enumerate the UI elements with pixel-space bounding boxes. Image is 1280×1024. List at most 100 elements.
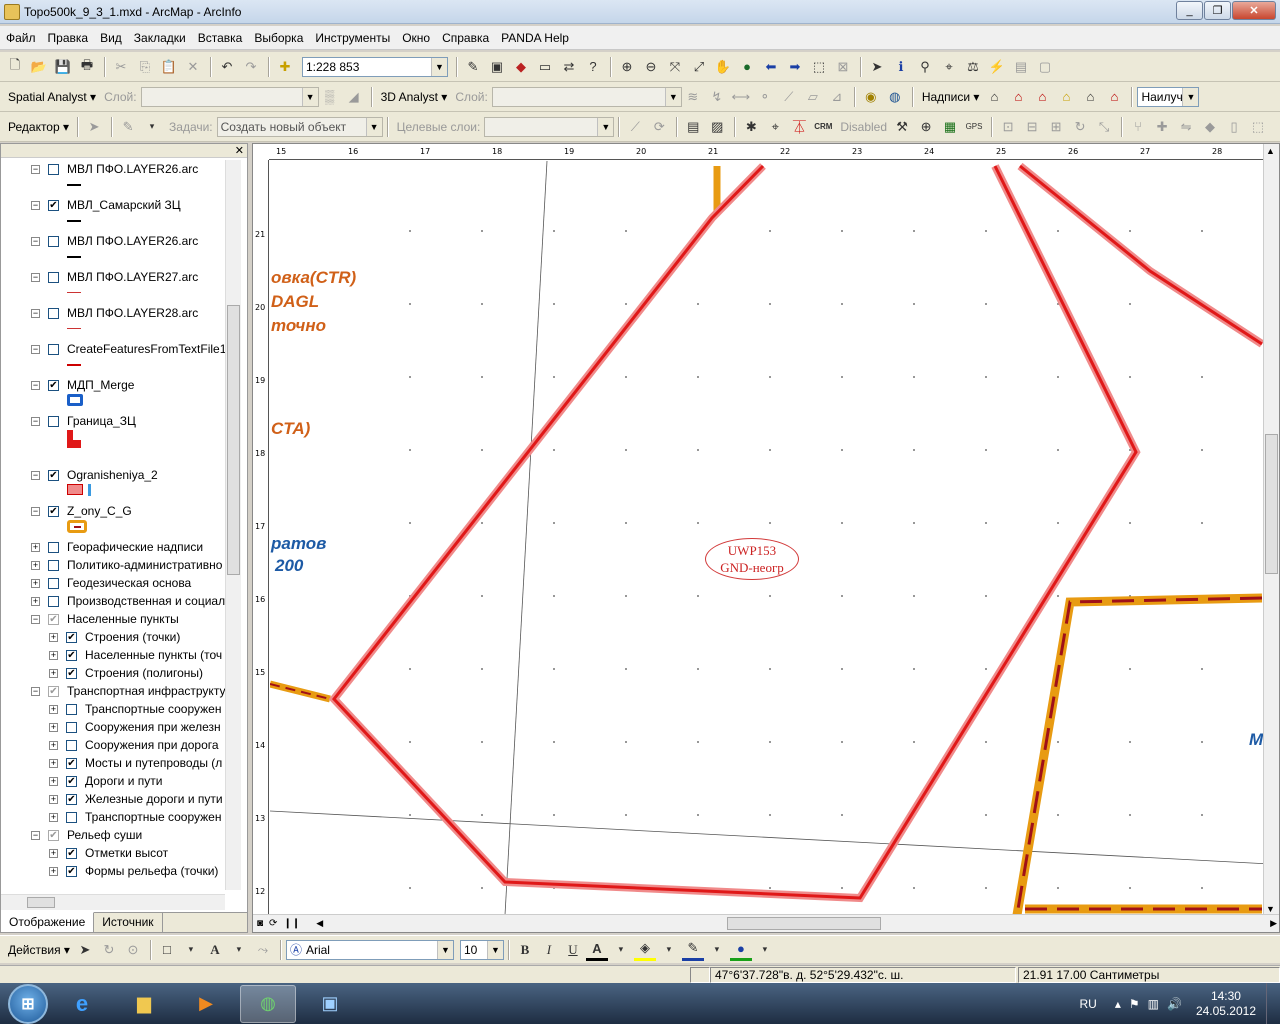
- expand-icon[interactable]: +: [49, 776, 58, 786]
- layer-visibility-checkbox[interactable]: ✔: [66, 865, 77, 877]
- layer-label[interactable]: Населенные пункты (точ: [85, 648, 222, 662]
- delete-icon[interactable]: ✕: [182, 56, 204, 78]
- layer-row[interactable]: + Сооружения при дорога: [49, 736, 225, 754]
- internet-explorer-icon[interactable]: e: [54, 985, 110, 1023]
- layer-row[interactable]: + Сооружения при железн: [49, 718, 225, 736]
- menu-view[interactable]: Вид: [94, 31, 128, 45]
- layer-visibility-checkbox[interactable]: ✔: [48, 613, 59, 625]
- layer-visibility-checkbox[interactable]: [48, 541, 59, 553]
- forward-arrow-icon[interactable]: ➡: [784, 56, 806, 78]
- tool-e-icon[interactable]: ⤡: [1093, 116, 1115, 138]
- best-quality-combo[interactable]: Наилуч ▼: [1137, 86, 1200, 107]
- font-color-dropdown-icon[interactable]: ▾: [610, 939, 632, 961]
- expand-icon[interactable]: +: [49, 722, 58, 732]
- sketch-dropdown-icon[interactable]: ▾: [141, 116, 163, 138]
- map-canvas[interactable]: [270, 161, 1280, 915]
- menu-window[interactable]: Окно: [396, 31, 436, 45]
- view-unplaced-labels-icon[interactable]: ⌂: [1103, 86, 1125, 108]
- editor-toolbar-icon[interactable]: ✎: [462, 56, 484, 78]
- layer-label[interactable]: Производственная и социал: [67, 594, 225, 608]
- layer-row[interactable]: + ✔ Отметки высот: [49, 844, 225, 862]
- collapse-icon[interactable]: −: [31, 272, 40, 282]
- layer-row[interactable]: + ✔ Населенные пункты (точ: [49, 646, 225, 664]
- scroll-right-icon[interactable]: ▶: [1270, 918, 1277, 929]
- layer-label[interactable]: МВЛ_Самарский ЗЦ: [67, 198, 181, 212]
- layer-visibility-checkbox[interactable]: ✔: [66, 757, 77, 769]
- expand-icon[interactable]: +: [49, 668, 58, 678]
- layer-label[interactable]: МВЛ ПФО.LAYER28.arc: [67, 306, 198, 320]
- cut-icon[interactable]: ✂: [110, 56, 132, 78]
- layer-row[interactable]: − CreateFeaturesFromTextFile1: [31, 340, 225, 358]
- zoom-out-icon[interactable]: ⊖: [640, 56, 662, 78]
- cogo-icon[interactable]: ⏄: [788, 116, 810, 138]
- expand-icon[interactable]: +: [31, 560, 40, 570]
- layer-visibility-checkbox[interactable]: [66, 703, 77, 715]
- tool-k-icon[interactable]: ⬚: [1247, 116, 1269, 138]
- profile-graph-icon[interactable]: ⊿: [826, 86, 848, 108]
- layer-label[interactable]: Населенные пункты: [67, 612, 179, 626]
- expand-icon[interactable]: +: [49, 650, 58, 660]
- menu-file[interactable]: Файл: [0, 31, 42, 45]
- crosshair-icon[interactable]: ⊕: [915, 116, 937, 138]
- show-hidden-icons-icon[interactable]: ▴: [1115, 997, 1121, 1011]
- show-desktop-button[interactable]: [1266, 983, 1280, 1024]
- layer-label[interactable]: Граница_ЗЦ: [67, 414, 136, 428]
- menu-panda-help[interactable]: PANDA Help: [495, 31, 575, 45]
- text-dropdown-icon[interactable]: ▾: [228, 939, 250, 961]
- close-icon[interactable]: ✕: [235, 144, 244, 157]
- tool-a-icon[interactable]: ⊡: [997, 116, 1019, 138]
- interpolate-point-icon[interactable]: ⚬: [754, 86, 776, 108]
- font-size-combo[interactable]: 10 ▼: [459, 939, 504, 960]
- layer-label[interactable]: Транспортные сооружен: [85, 702, 221, 716]
- measure-icon[interactable]: ⚖: [962, 56, 984, 78]
- arcscene-icon[interactable]: ◉: [860, 86, 882, 108]
- attributes-icon[interactable]: ▤: [682, 116, 704, 138]
- tool-g-icon[interactable]: ✚: [1151, 116, 1173, 138]
- contour-3d-icon[interactable]: ≋: [682, 86, 704, 108]
- redo-icon[interactable]: ↷: [240, 56, 262, 78]
- layer-row[interactable]: − Граница_ЗЦ: [31, 412, 225, 430]
- layer-label[interactable]: Сооружения при дорога: [85, 738, 219, 752]
- layer-visibility-checkbox[interactable]: ✔: [66, 775, 77, 787]
- collapse-icon[interactable]: −: [31, 344, 40, 354]
- arcglobe-icon[interactable]: ◍: [884, 86, 906, 108]
- layer-row[interactable]: + Геодезическая основа: [31, 574, 225, 592]
- target-layers-combo[interactable]: ▼: [484, 116, 615, 137]
- editor-menu[interactable]: Редактор ▾: [4, 120, 73, 134]
- marker-color-icon[interactable]: ●: [729, 939, 752, 961]
- time-slider-icon[interactable]: ▢: [1034, 56, 1056, 78]
- expand-icon[interactable]: +: [49, 812, 58, 822]
- layer-visibility-checkbox[interactable]: [48, 307, 59, 319]
- model-builder-icon[interactable]: ⇄: [558, 56, 580, 78]
- layer-visibility-checkbox[interactable]: ✔: [66, 793, 77, 805]
- collapse-icon[interactable]: −: [31, 470, 40, 480]
- toc-horizontal-scrollbar[interactable]: [1, 894, 225, 910]
- layer-visibility-checkbox[interactable]: ✔: [48, 379, 59, 391]
- menu-edit[interactable]: Правка: [42, 31, 95, 45]
- layer-label[interactable]: МВЛ ПФО.LAYER27.arc: [67, 270, 198, 284]
- layer-label[interactable]: МДП_Merge: [67, 378, 134, 392]
- topology-icon[interactable]: ⌖: [764, 116, 786, 138]
- map-grid-icon[interactable]: ▦: [939, 116, 961, 138]
- media-player-icon[interactable]: ▶: [178, 985, 234, 1023]
- tool-b-icon[interactable]: ⊟: [1021, 116, 1043, 138]
- layer-visibility-checkbox[interactable]: [48, 559, 59, 571]
- copy-icon[interactable]: ⎘: [134, 56, 156, 78]
- layer-row[interactable]: − ✔ Населенные пункты: [31, 610, 225, 628]
- add-data-icon[interactable]: ✚: [274, 56, 296, 78]
- layer-label[interactable]: Политико-административно: [67, 558, 222, 572]
- pause-labeling-icon[interactable]: ⌂: [1079, 86, 1101, 108]
- fixed-zoom-out-icon[interactable]: ⤢: [688, 56, 710, 78]
- open-folder-icon[interactable]: 📂: [28, 56, 50, 78]
- layer-visibility-checkbox[interactable]: ✔: [48, 505, 59, 517]
- identify-icon[interactable]: ℹ: [890, 56, 912, 78]
- scale-combo[interactable]: 1:228 853 ▼: [302, 56, 448, 77]
- interpolate-polygon-icon[interactable]: ▱: [802, 86, 824, 108]
- marker-color-dropdown-icon[interactable]: ▾: [754, 939, 776, 961]
- map-view[interactable]: 15 16 17 18 19 20 21 22 23 24 25 26 27 28 21 20 19 18 17 1…: [252, 143, 1280, 933]
- tool-c-icon[interactable]: ⊞: [1045, 116, 1067, 138]
- label-priority-icon[interactable]: ⌂: [1007, 86, 1029, 108]
- undo-icon[interactable]: ↶: [216, 56, 238, 78]
- layer-row[interactable]: − ✔ МВЛ_Самарский ЗЦ: [31, 196, 225, 214]
- layer-row[interactable]: − МВЛ ПФО.LAYER26.arc: [31, 232, 225, 250]
